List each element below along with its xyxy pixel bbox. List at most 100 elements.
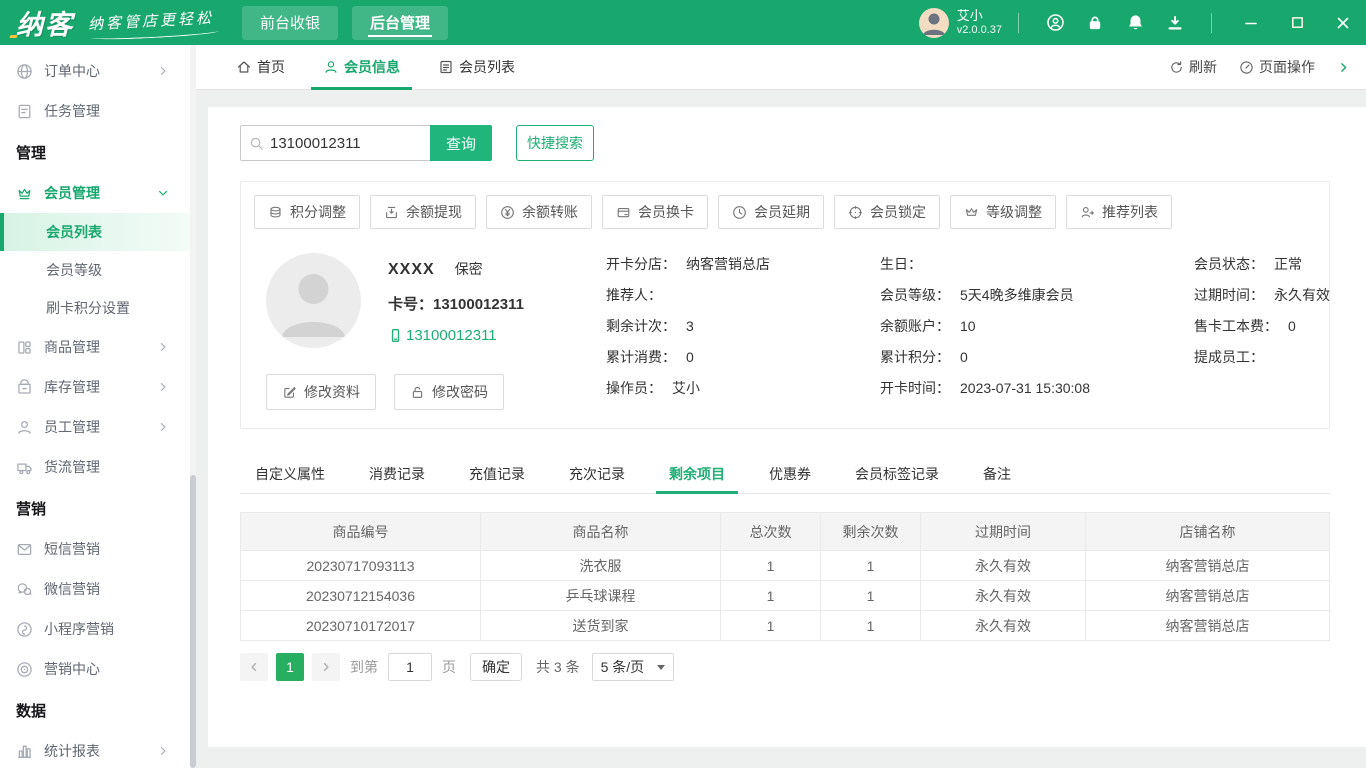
minimize-icon[interactable] [1228,0,1274,45]
balance-withdraw-button[interactable]: 余额提现 [370,195,476,229]
maximize-icon[interactable] [1274,0,1320,45]
member-extend-button[interactable]: 会员延期 [718,195,824,229]
chevron-left-icon [248,661,260,673]
yen-circle-icon [500,205,515,220]
member-box: 积分调整 余额提现 余额转账 会员换卡 会员延期 [240,181,1330,429]
tab-member-tags[interactable]: 会员标签记录 [842,455,952,493]
query-button[interactable]: 查询 [430,125,492,161]
sidebar-item-sms[interactable]: 短信营销 [0,529,196,569]
sidebar-subitem-card-points[interactable]: 刷卡积分设置 [0,289,196,327]
divider [1211,13,1212,33]
chevron-right-icon [320,661,332,673]
opening-time: 2023-07-31 15:30:08 [960,377,1090,399]
sidebar-subitem-member-list[interactable]: 会员列表 [0,213,196,251]
page-number-1[interactable]: 1 [276,653,304,681]
sidebar-item-members[interactable]: 会员管理 [0,173,196,213]
truck-icon [16,459,33,476]
bell-icon[interactable] [1115,0,1155,45]
card-fee: 0 [1288,315,1296,337]
per-page-select[interactable]: 5 条/页 [592,653,674,681]
user-info: 艾小 v2.0.0.37 [957,9,1002,37]
tab-remarks[interactable]: 备注 [970,455,1024,493]
tab-consume-records[interactable]: 消费记录 [356,455,438,493]
sms-icon [16,541,33,558]
member-lock-button[interactable]: 会员锁定 [834,195,940,229]
edit-icon [282,385,297,400]
change-card-button[interactable]: 会员换卡 [602,195,708,229]
tab-member-info[interactable]: 会员信息 [311,45,412,90]
next-page-button[interactable] [312,653,340,681]
wechat-icon [16,581,33,598]
support-icon[interactable] [1035,0,1075,45]
member-avatar[interactable] [266,253,361,348]
col-header: 商品名称 [481,513,721,551]
sidebar-item-staff[interactable]: 员工管理 [0,407,196,447]
profile-buttons: 修改资料 修改密码 [266,348,578,410]
caret-down-icon [657,665,665,670]
refresh-button[interactable]: 刷新 [1169,57,1217,77]
tab-custom-attrs[interactable]: 自定义属性 [242,455,338,493]
chevron-down-icon [157,187,180,199]
member-actions: 积分调整 余额提现 余额转账 会员换卡 会员延期 [254,195,1316,229]
tab-home[interactable]: 首页 [224,45,297,90]
prev-page-button[interactable] [240,653,268,681]
tab-remaining-items[interactable]: 剩余项目 [656,455,738,493]
app-version: v2.0.0.37 [957,24,1002,37]
col-header: 过期时间 [921,513,1086,551]
sidebar-item-reports[interactable]: 统计报表 [0,731,196,768]
globe-icon [16,63,33,80]
topbar: 纳客 纳客管店更轻松 前台收银 后台管理 艾小 v2.0.0.37 [0,0,1366,45]
total-spend: 0 [686,346,694,368]
close-icon[interactable] [1320,0,1366,45]
expire-time: 永久有效 [1274,284,1330,306]
tab-recharge-records[interactable]: 充值记录 [456,455,538,493]
member-status: 正常 [1274,253,1302,275]
sidebar-item-wechat[interactable]: 微信营销 [0,569,196,609]
tabbar-actions: 刷新 页面操作 [1169,57,1350,77]
refresh-icon [1169,60,1184,75]
table-row: 20230717093113 洗衣服 1 1 永久有效 纳客营销总店 [241,551,1330,581]
table-header-row: 商品编号 商品名称 总次数 剩余次数 过期时间 店铺名称 [241,513,1330,551]
tab-times-records[interactable]: 充次记录 [556,455,638,493]
level-adjust-button[interactable]: 等级调整 [950,195,1056,229]
sidebar-item-orders[interactable]: 订单中心 [0,51,196,91]
divider [1018,13,1019,33]
home-icon [236,59,252,75]
member-name: XXXX [388,261,435,279]
card-icon [616,205,631,220]
quick-search-button[interactable]: 快捷搜索 [516,125,594,161]
sidebar-item-miniprogram[interactable]: 小程序营销 [0,609,196,649]
confirm-button[interactable]: 确定 [470,653,522,681]
chevron-right-icon[interactable] [1337,61,1350,74]
col-header: 店铺名称 [1086,513,1330,551]
tab-member-list[interactable]: 会员列表 [426,45,527,90]
edit-password-button[interactable]: 修改密码 [394,374,504,410]
page-tabbar: 首页 会员信息 会员列表 刷新 页面操作 [196,45,1366,90]
balance-transfer-button[interactable]: 余额转账 [486,195,592,229]
page-operations-button[interactable]: 页面操作 [1239,57,1315,77]
sidebar-item-tasks[interactable]: 任务管理 [0,91,196,131]
avatar[interactable] [919,8,949,38]
lock-icon[interactable] [1075,0,1115,45]
sidebar-subitem-member-level[interactable]: 会员等级 [0,251,196,289]
points-adjust-button[interactable]: 积分调整 [254,195,360,229]
download-icon[interactable] [1155,0,1195,45]
referral-list-button[interactable]: 推荐列表 [1066,195,1172,229]
operator: 艾小 [672,377,700,399]
nav-tab-cashier[interactable]: 前台收银 [242,6,338,40]
staff-icon [16,419,33,436]
sidebar-item-logistics[interactable]: 货流管理 [0,447,196,487]
col-header: 剩余次数 [821,513,921,551]
sidebar-item-marketing-center[interactable]: 营销中心 [0,649,196,689]
sidebar-item-inventory[interactable]: 库存管理 [0,367,196,407]
sidebar-item-goods[interactable]: 商品管理 [0,327,196,367]
goto-label: 到第 [350,657,378,677]
member-details: 开卡分店：纳客营销总店 推荐人： 剩余计次：3 累计消费：0 操作员：艾小 生日… [578,253,1366,410]
doc-icon [438,59,454,75]
goto-page-input[interactable] [388,653,432,681]
tab-coupons[interactable]: 优惠券 [756,455,824,493]
edit-profile-button[interactable]: 修改资料 [266,374,376,410]
nav-tab-backend[interactable]: 后台管理 [352,6,448,40]
member-phone[interactable]: 13100012311 [388,327,578,344]
search-input[interactable] [270,135,422,152]
